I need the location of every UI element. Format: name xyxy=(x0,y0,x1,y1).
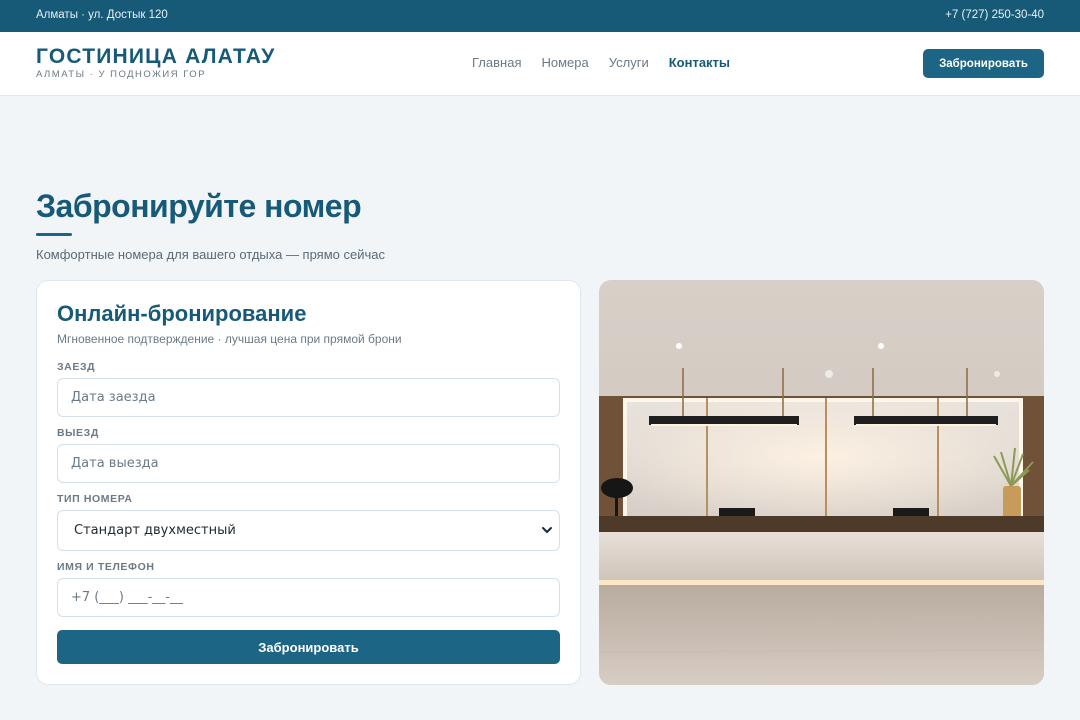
nav-item-services[interactable]: Услуги xyxy=(609,55,649,70)
checkin-date-input[interactable] xyxy=(57,378,560,417)
nav-item-home[interactable]: Главная xyxy=(472,55,521,70)
brand-logo[interactable]: ГОСТИНИЦА АЛАТАУ АЛМАТЫ · У ПОДНОЖИЯ ГОР xyxy=(36,45,276,80)
checkin-label: ЗАЕЗД xyxy=(57,361,96,373)
top-bar: Алматы · ул. Достык 120 +7 (727) 250-30-… xyxy=(0,0,1080,32)
header-book-button[interactable]: Забронировать xyxy=(923,49,1044,78)
address-text: Алматы · ул. Достык 120 xyxy=(36,9,168,21)
room-type-label: ТИП НОМЕРА xyxy=(57,493,133,505)
site-header: ГОСТИНИЦА АЛАТАУ АЛМАТЫ · У ПОДНОЖИЯ ГОР… xyxy=(0,32,1080,96)
book-submit-button[interactable]: Забронировать xyxy=(57,630,560,664)
page-title: Забронируйте номер xyxy=(36,188,362,224)
chevron-down-icon xyxy=(542,527,552,533)
form-title: Онлайн-бронирование xyxy=(57,301,307,326)
name-phone-input[interactable] xyxy=(57,578,560,617)
brand-title: ГОСТИНИЦА АЛАТАУ xyxy=(36,45,276,68)
room-type-select[interactable]: Стандарт двухместный xyxy=(57,510,560,551)
page-subtitle: Комфортные номера для вашего отдыха — пр… xyxy=(36,247,385,262)
nav-item-rooms[interactable]: Номера xyxy=(541,55,588,70)
room-type-value: Стандарт двухместный xyxy=(74,523,236,538)
brand-subtitle: АЛМАТЫ · У ПОДНОЖИЯ ГОР xyxy=(36,69,207,80)
nav-item-contacts[interactable]: Контакты xyxy=(669,55,730,70)
reception-illustration xyxy=(599,280,1044,685)
title-underline xyxy=(36,233,72,236)
form-subtitle: Мгновенное подтверждение · лучшая цена п… xyxy=(57,332,402,346)
main-nav: Главная Номера Услуги Контакты xyxy=(472,55,730,70)
checkout-date-input[interactable] xyxy=(57,444,560,483)
hotel-reception-photo xyxy=(599,280,1044,685)
checkout-label: ВЫЕЗД xyxy=(57,427,99,439)
phone-link[interactable]: +7 (727) 250-30-40 xyxy=(945,9,1044,21)
contact-label: ИМЯ И ТЕЛЕФОН xyxy=(57,561,155,573)
booking-form: Онлайн-бронирование Мгновенное подтвержд… xyxy=(36,280,581,685)
